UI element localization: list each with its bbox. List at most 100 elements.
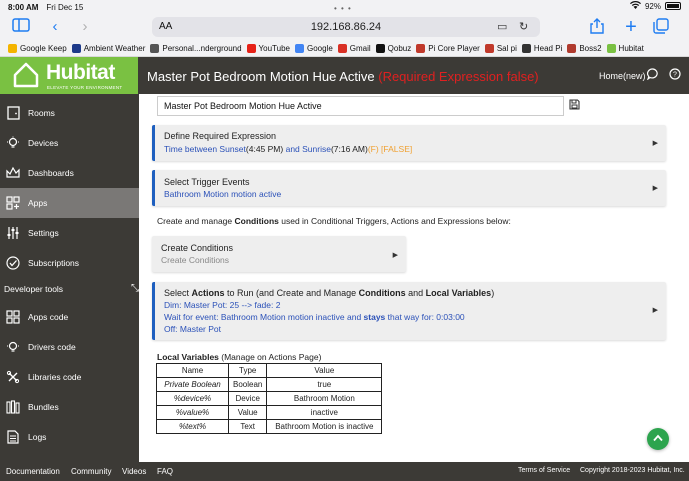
new-tab-icon[interactable]: + [622,17,640,37]
favorite-label: YouTube [258,43,290,53]
favorite-head-pi[interactable]: Head Pi [521,43,563,53]
favorite-google-keep[interactable]: Google Keep [8,43,67,53]
sidebar-item-label: Apps code [28,312,69,322]
footer-terms-link[interactable]: Terms of Service [518,467,570,474]
apps-icon [6,196,20,210]
sidebar: Rooms Devices Dashboards Apps Settings S… [0,94,139,462]
favorite-favicon-icon [416,43,426,53]
sidebar-item-label: Logs [28,432,47,442]
sidebar-item-subscriptions[interactable]: Subscriptions [0,248,139,278]
share-icon[interactable] [588,18,606,36]
forward-icon[interactable]: › [76,18,94,36]
favorite-pi-core-player[interactable]: Pi Core Player [416,43,480,53]
favorite-label: Google Keep [20,43,67,53]
sidebar-item-drivers-code[interactable]: Drivers code [0,332,139,362]
url-text[interactable]: 192.168.86.24 [152,21,540,33]
required-expression-card[interactable]: Define Required Expression Time between … [152,125,666,161]
column-header: Type [227,363,268,378]
conditions-help-text: Create and manage Conditions used in Con… [157,216,511,226]
favorite-qobuz[interactable]: Qobuz [375,43,411,53]
sidebar-toggle-icon[interactable] [12,18,30,36]
favorite-favicon-icon [606,43,616,53]
create-conditions-card[interactable]: Create Conditions Create Conditions ▶ [152,236,406,272]
status-time: 8:00 AM [8,2,39,12]
hubitat-logo[interactable]: Hubitat ELEVATE YOUR ENVIRONMENT [0,57,138,94]
multitask-dots-icon[interactable]: • • • [334,4,352,13]
sidebar-item-label: Rooms [28,108,55,118]
favorite-label: Hubitat [618,43,644,53]
footer-link-videos[interactable]: Videos [122,467,146,476]
sidebar-item-settings[interactable]: Settings [0,218,139,248]
back-icon[interactable]: ‹ [46,18,64,36]
sidebar-item-rooms[interactable]: Rooms [0,98,139,128]
battery-icon [665,2,681,10]
sidebar-item-label: Bundles [28,402,59,412]
scroll-up-button[interactable] [647,428,669,450]
favorite-gmail[interactable]: Gmail [337,43,371,53]
actions-card[interactable]: Select Actions to Run (and Create and Ma… [152,282,666,340]
main-content: Define Required Expression Time between … [139,94,689,462]
logo-text: Hubitat [46,61,115,84]
dashboards-icon [6,166,20,180]
reader-icon[interactable]: ▭ [497,20,507,33]
sidebar-item-apps-code[interactable]: Apps code [0,302,139,332]
favorite-label: Sal pi [496,43,517,53]
logo-tagline: ELEVATE YOUR ENVIRONMENT [47,85,123,90]
favorite-boss2[interactable]: Boss2 [567,43,602,53]
favorite-sal-pi[interactable]: Sal pi [484,43,517,53]
footer-link-faq[interactable]: FAQ [157,467,173,476]
footer-copyright: Copyright 2018-2023 Hubitat, Inc. [580,467,685,474]
help-icon[interactable]: ? [669,68,681,83]
local-variables-title: Local Variables (Manage on Actions Page) [157,352,322,362]
sidebar-item-label: Apps [28,198,48,208]
table-row: %text% Text Bathroom Motion is inactive [156,419,383,434]
app-header: Hubitat ELEVATE YOUR ENVIRONMENT Master … [0,57,689,94]
chat-icon[interactable] [646,68,659,83]
save-icon[interactable] [569,99,580,113]
favorite-label: Gmail [349,43,371,53]
chevron-up-icon [653,434,663,442]
logs-icon [6,430,20,444]
settings-icon [6,226,20,240]
apps-code-icon [6,310,20,324]
rule-name-input[interactable] [157,96,564,116]
sidebar-item-libraries-code[interactable]: Libraries code [0,362,139,392]
sidebar-item-apps[interactable]: Apps [0,188,139,218]
sidebar-item-logs[interactable]: Logs [0,422,139,452]
home-new-link[interactable]: Home(new) [599,71,646,81]
favorite-label: Head Pi [533,43,563,53]
reload-icon[interactable]: ↻ [519,20,528,33]
card-title: Define Required Expression [164,131,277,141]
address-bar[interactable]: AA 192.168.86.24 ▭ ↻ [152,17,540,37]
favorite-label: Personal...nderground [162,43,242,53]
footer-link-community[interactable]: Community [71,467,111,476]
favorite-ambient-weather[interactable]: Ambient Weather [71,43,145,53]
favorite-hubitat[interactable]: Hubitat [606,43,644,53]
action-line-wait: Wait for event: Bathroom Motion motion i… [164,312,465,322]
footer-link-documentation[interactable]: Documentation [6,467,60,476]
card-title: Create Conditions [161,243,234,253]
favorite-label: Boss2 [579,43,602,53]
favorite-personal-nderground[interactable]: Personal...nderground [150,43,242,53]
card-title: Select Trigger Events [164,177,250,187]
sidebar-item-label: Settings [28,228,59,238]
favorite-favicon-icon [8,43,17,53]
status-date: Fri Dec 15 [46,2,84,12]
table-row: %device% Device Bathroom Motion [156,391,383,406]
sidebar-item-bundles[interactable]: Bundles [0,392,139,422]
table-row: Private Boolean Boolean true [156,377,383,392]
favorite-youtube[interactable]: YouTube [246,43,290,53]
page-title: Master Pot Bedroom Motion Hue Active (Re… [147,69,539,84]
favorite-google[interactable]: Google [294,43,333,53]
favorites-bar: Google Keep Ambient Weather Personal...nde… [0,40,689,57]
trigger-summary: Bathroom Motion motion active [164,189,282,199]
tabs-overview-icon[interactable] [652,18,670,36]
devices-icon [6,136,20,150]
trigger-events-card[interactable]: Select Trigger Events Bathroom Motion mo… [152,170,666,206]
collapse-icon[interactable]: ⤡ [131,283,139,294]
sidebar-item-devices[interactable]: Devices [0,128,139,158]
sidebar-item-dashboards[interactable]: Dashboards [0,158,139,188]
column-header: Name [156,363,229,378]
developer-tools-section[interactable]: Developer tools ⤡ [4,283,139,294]
favorite-favicon-icon [521,43,531,53]
